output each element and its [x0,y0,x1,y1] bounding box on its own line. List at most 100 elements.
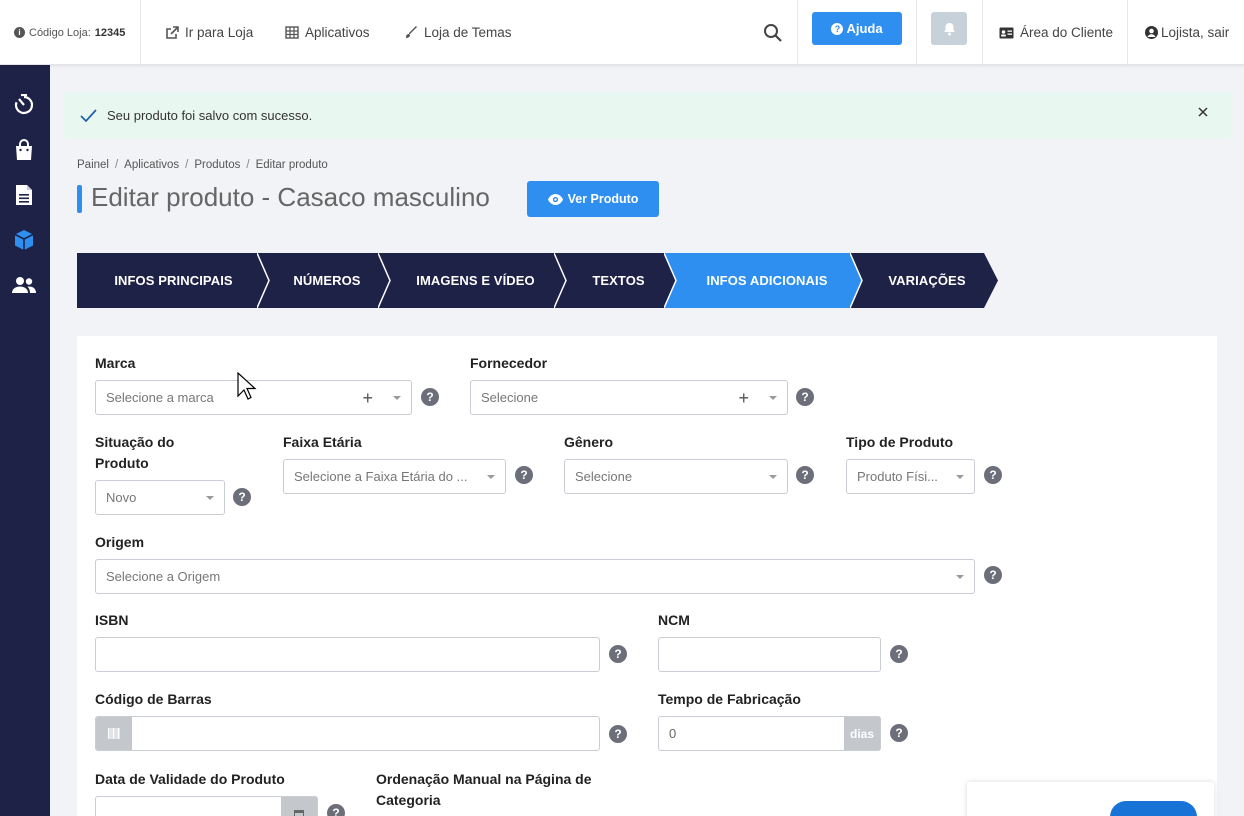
store-code: i Código Loja: 12345 [14,0,125,65]
help-icon[interactable]: ? [984,566,1002,584]
view-product-button[interactable]: Ver Produto [527,181,659,217]
step-infos-adicionais[interactable]: INFOS ADICIONAIS [664,253,864,308]
sidebar-item-orders[interactable] [12,138,36,162]
chevron-down-icon [487,475,495,479]
apps-label: Aplicativos [305,25,370,40]
help-icon[interactable]: ? [421,388,439,406]
close-alert-button[interactable] [1196,106,1210,120]
isbn-label: ISBN [95,612,129,628]
save-button[interactable] [1110,801,1197,816]
question-icon: ? [831,22,844,35]
genero-select[interactable]: Selecione [564,459,788,494]
help-icon[interactable]: ? [609,725,627,743]
sidebar [0,65,50,816]
sidebar-item-documents[interactable] [12,183,36,207]
orders-bag-icon [16,139,32,160]
go-to-store-link[interactable]: Ir para Loja [165,0,253,65]
isbn-input[interactable] [95,637,600,672]
dashboard-icon [14,94,34,115]
title-accent [77,185,82,213]
help-icon[interactable]: ? [609,645,627,663]
store-code-label: Código Loja: [29,26,91,39]
help-icon[interactable]: ? [984,466,1002,484]
tempo-value: 0 [669,726,677,741]
fornecedor-placeholder: Selecione [481,390,539,405]
wizard-steps: INFOS PRINCIPAIS NÚMEROS IMAGENS E VÍDEO… [77,253,1002,308]
situacao-select[interactable]: Novo [95,480,225,515]
step-numeros[interactable]: NÚMEROS [257,253,391,308]
fornecedor-select[interactable]: Selecione + [470,380,788,415]
chevron-down-icon [769,475,777,479]
help-button[interactable]: ? Ajuda [812,12,902,45]
tempo-input[interactable]: 0 dias [658,716,881,751]
breadcrumb-item[interactable]: Aplicativos [124,159,179,171]
barras-label: Código de Barras [95,691,212,707]
themes-link[interactable]: Loja de Temas [405,0,512,65]
calendar-addon[interactable] [281,797,317,816]
situacao-label: Situação do Produto [95,432,174,474]
eye-icon [547,193,563,205]
client-area-link[interactable]: Área do Cliente [999,0,1113,65]
step-label: INFOS ADICIONAIS [706,273,828,288]
breadcrumb-item[interactable]: Produtos [194,159,240,171]
step-infos-principais[interactable]: INFOS PRINCIPAIS [77,253,270,308]
breadcrumb-item[interactable]: Painel [77,159,109,171]
breadcrumb-current: Editar produto [255,159,328,171]
add-marca-icon[interactable]: + [362,389,373,407]
breadcrumb: Painel / Aplicativos / Produtos / Editar produ… [77,159,328,171]
tipo-select[interactable]: Produto Físi... [846,459,975,494]
logout-label: Lojista, sair [1161,25,1230,40]
success-alert: Seu produto foi salvo com sucesso. [64,92,1232,138]
barcode-input[interactable] [95,716,600,751]
search-icon [764,24,782,42]
help-icon[interactable]: ? [890,645,908,663]
brush-icon [406,26,417,38]
store-code-value: 12345 [94,26,126,39]
ordenacao-label-line: Categoria [376,792,441,808]
step-label: VARIAÇÕES [888,273,966,288]
step-variacoes[interactable]: VARIAÇÕES [850,253,998,308]
sidebar-item-products[interactable] [12,228,36,252]
help-icon[interactable]: ? [796,466,814,484]
ordenacao-label: Ordenação Manual na Página de Categoria [376,769,592,811]
themes-label: Loja de Temas [424,25,512,40]
step-label: INFOS PRINCIPAIS [114,273,233,288]
validade-label: Data de Validade do Produto [95,771,285,787]
page-title: Editar produto - Casaco masculino [91,182,490,212]
top-bar: i Código Loja: 12345 Ir para Loja Aplica… [0,0,1244,65]
search-button[interactable] [763,0,782,65]
origem-label: Origem [95,534,145,550]
help-icon[interactable]: ? [233,488,251,506]
client-area-label: Área do Cliente [1020,25,1114,40]
tempo-suffix: dias [844,717,880,750]
faixa-label: Faixa Etária [283,434,362,450]
logout-link[interactable]: Lojista, sair [1145,0,1229,65]
barcode-addon [96,717,132,750]
apps-link[interactable]: Aplicativos [285,0,370,65]
step-textos[interactable]: TEXTOS [554,253,677,308]
products-box-icon [14,230,34,250]
step-imagens-video[interactable]: IMAGENS E VÍDEO [378,253,567,308]
form-card: Marca Selecione a marca + ? Fornecedor S… [77,336,1217,816]
help-icon[interactable]: ? [515,466,533,484]
faixa-placeholder: Selecione a Faixa Etária do ... [294,469,468,484]
tipo-label: Tipo de Produto [846,434,954,450]
validade-input[interactable] [95,796,318,816]
help-icon[interactable]: ? [890,724,908,742]
help-icon[interactable]: ? [796,388,814,406]
sidebar-item-dashboard[interactable] [12,93,36,117]
chevron-down-icon [393,396,401,400]
notifications-button[interactable] [931,12,967,45]
origem-select[interactable]: Selecione a Origem [95,559,975,594]
calendar-icon [294,809,304,816]
help-icon[interactable]: ? [327,804,345,816]
chevron-down-icon [956,475,964,479]
sidebar-item-customers[interactable] [12,273,36,297]
check-icon [80,108,97,122]
step-label: IMAGENS E VÍDEO [416,273,535,288]
add-fornecedor-icon[interactable]: + [738,389,749,407]
genero-label: Gênero [564,434,614,450]
faixa-select[interactable]: Selecione a Faixa Etária do ... [283,459,506,494]
marca-label: Marca [95,355,136,371]
ncm-input[interactable] [658,637,881,672]
